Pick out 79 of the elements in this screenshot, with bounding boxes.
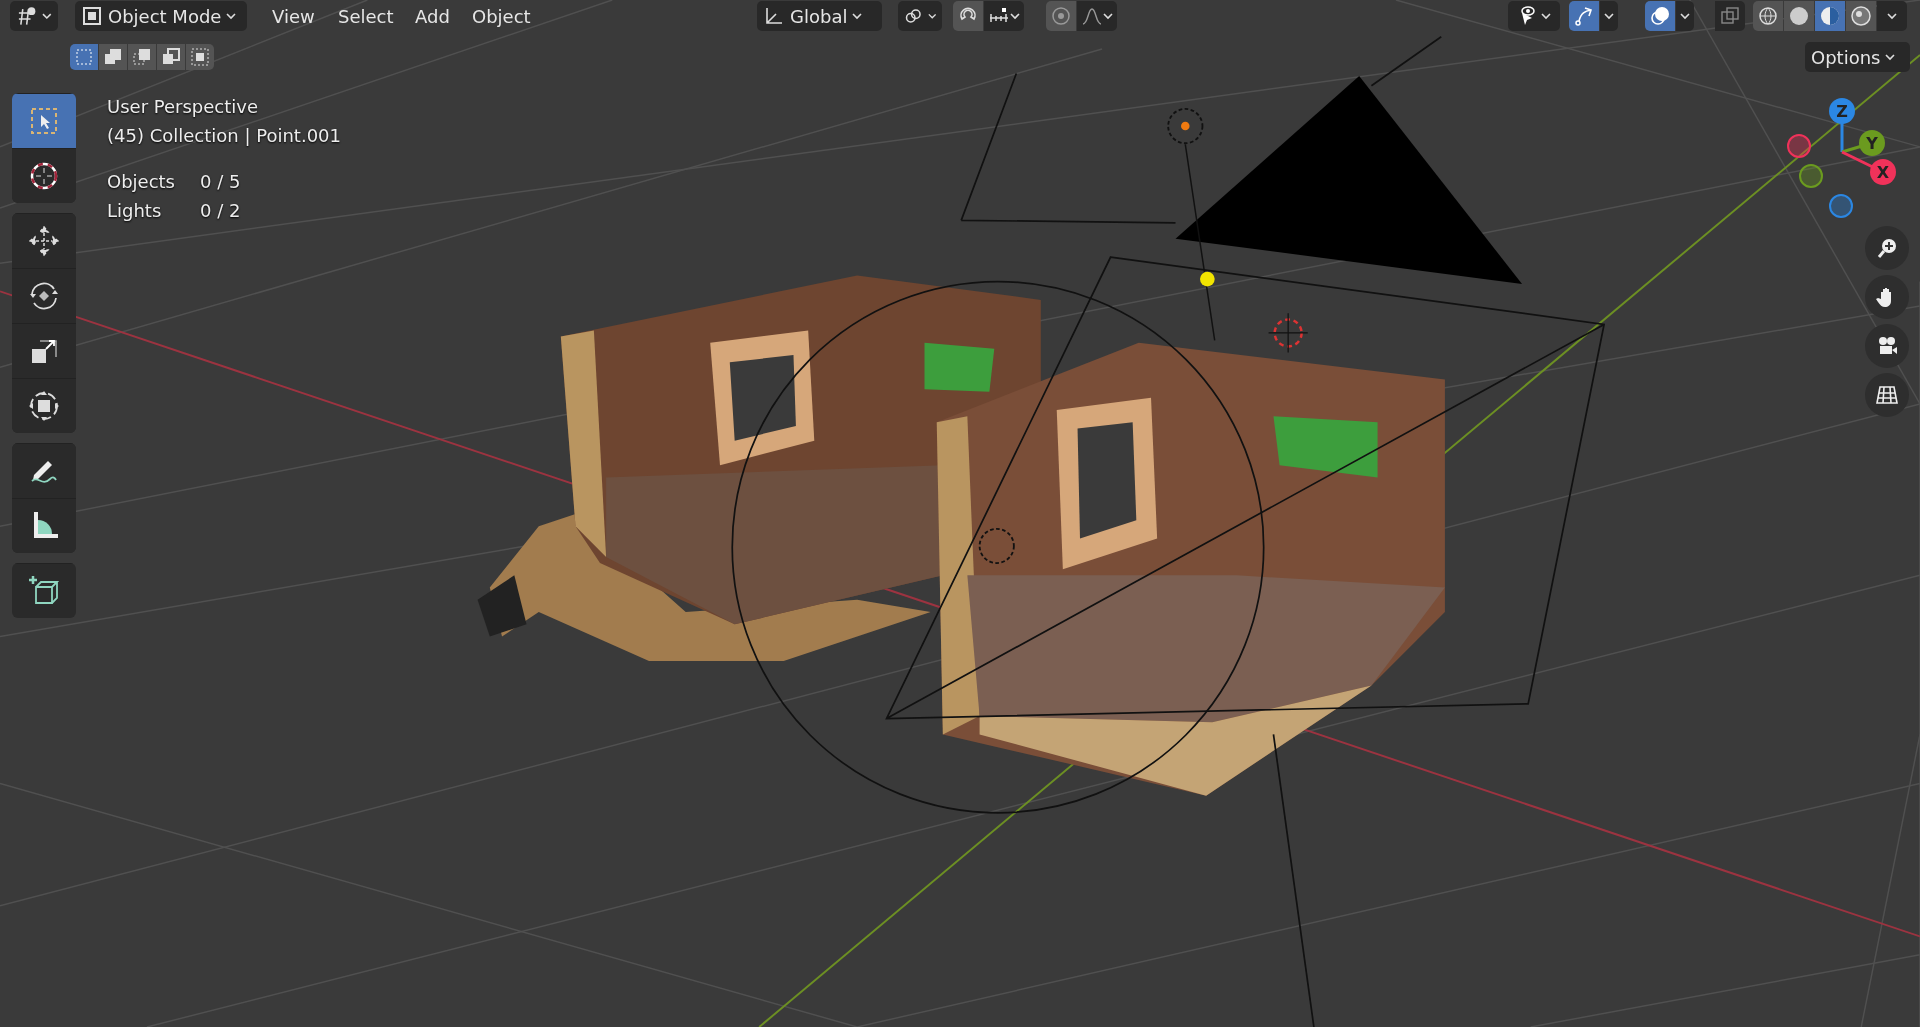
- snap-toggle[interactable]: [953, 1, 983, 31]
- chevron-icon: [1887, 12, 1897, 20]
- axis-ball[interactable]: [1829, 98, 1855, 124]
- tool-button[interactable]: [12, 148, 76, 203]
- intersect-select-icon: [189, 46, 211, 68]
- overlay-circles-icon: [1649, 5, 1671, 27]
- gizmo-menu[interactable]: [1600, 1, 1618, 31]
- overlays-toggle[interactable]: [1645, 1, 1675, 31]
- pivot-point-button[interactable]: [898, 1, 942, 31]
- light-handle-dot: [1200, 271, 1215, 287]
- mode-menu[interactable]: Object Mode: [75, 1, 247, 31]
- light-icon: [1167, 108, 1204, 145]
- shading-mode-button[interactable]: [1753, 1, 1783, 31]
- negative-axis-ball[interactable]: [1787, 134, 1811, 158]
- axis-label: X: [1876, 163, 1890, 182]
- axis-ball[interactable]: [1870, 159, 1896, 185]
- shading-mode-button[interactable]: [1784, 1, 1814, 31]
- options-menu[interactable]: Options: [1805, 42, 1910, 72]
- select-mode-button[interactable]: [99, 44, 127, 70]
- gizmo-toggle[interactable]: [1569, 1, 1599, 31]
- editor-type-button[interactable]: [10, 1, 58, 31]
- light-icon: [978, 527, 1015, 564]
- chevron-icon: [1541, 12, 1551, 20]
- chevron-icon: [1604, 12, 1614, 20]
- select-mode-button[interactable]: [157, 44, 185, 70]
- collection-label: (45) Collection | Point.001: [107, 125, 341, 146]
- zoom-icon: [1875, 236, 1899, 260]
- tool-button[interactable]: [12, 378, 76, 433]
- half-shaded-sphere-icon: [1819, 5, 1841, 27]
- stat-label: Objects: [107, 170, 176, 194]
- target-circle-icon: [1050, 5, 1072, 27]
- chevron-icon: [226, 12, 237, 20]
- box-select-icon: [73, 46, 95, 68]
- stat-value: 0 / 2: [200, 199, 242, 223]
- grid-plane-icon: [1875, 383, 1899, 407]
- stat-label: Lights: [107, 199, 163, 223]
- chevron-icon: [1680, 12, 1690, 20]
- chevron-icon: [1103, 12, 1113, 20]
- shading-menu[interactable]: [1877, 1, 1907, 31]
- stat-value: 0 / 5: [200, 170, 242, 194]
- visibility-menu[interactable]: [1508, 1, 1560, 31]
- menu-item[interactable]: Select: [334, 1, 398, 31]
- object-mode-icon: [81, 5, 103, 27]
- editor-type-icon: [16, 5, 38, 27]
- solid-sphere-icon: [1788, 5, 1810, 27]
- menu-item[interactable]: Add: [411, 1, 454, 31]
- xray-squares-icon: [1719, 5, 1741, 27]
- wireframe-sphere-icon: [1757, 5, 1779, 27]
- tool-button[interactable]: [12, 498, 76, 553]
- falloff-curve-icon: [1081, 5, 1103, 27]
- xray-toggle[interactable]: [1715, 1, 1745, 31]
- chevron-icon: [1010, 12, 1020, 20]
- orientation-menu[interactable]: Global: [757, 1, 882, 31]
- axis-label: Z: [1836, 102, 1848, 121]
- gizmo-arrow-icon: [1573, 5, 1595, 27]
- negative-axis-ball[interactable]: [1799, 164, 1823, 188]
- orientation-axes-icon: [763, 5, 785, 27]
- chevron-icon: [42, 12, 52, 20]
- chevron-icon: [1885, 53, 1896, 61]
- overlays-menu[interactable]: [1676, 1, 1694, 31]
- subtract-select-icon: [131, 46, 153, 68]
- rendered-sphere-icon: [1850, 5, 1872, 27]
- menu-item[interactable]: View: [268, 1, 319, 31]
- shading-mode-button[interactable]: [1846, 1, 1876, 31]
- negative-axis-ball[interactable]: [1829, 194, 1853, 218]
- axis-ball[interactable]: [1859, 130, 1885, 156]
- proportional-edit-toggle[interactable]: [1046, 1, 1076, 31]
- chevron-icon: [852, 12, 863, 20]
- falloff-menu[interactable]: [1077, 1, 1117, 31]
- shading-mode-button[interactable]: [1815, 1, 1845, 31]
- select-mode-button[interactable]: [186, 44, 214, 70]
- 3d-cursor-icon: [1267, 312, 1309, 354]
- view-name: User Perspective: [107, 96, 258, 117]
- axis-label: Y: [1866, 134, 1878, 153]
- snap-menu[interactable]: [984, 1, 1024, 31]
- menu-item[interactable]: Object: [468, 1, 535, 31]
- select-mode-button[interactable]: [70, 44, 98, 70]
- select-mode-button[interactable]: [128, 44, 156, 70]
- chevron-icon: [927, 12, 936, 20]
